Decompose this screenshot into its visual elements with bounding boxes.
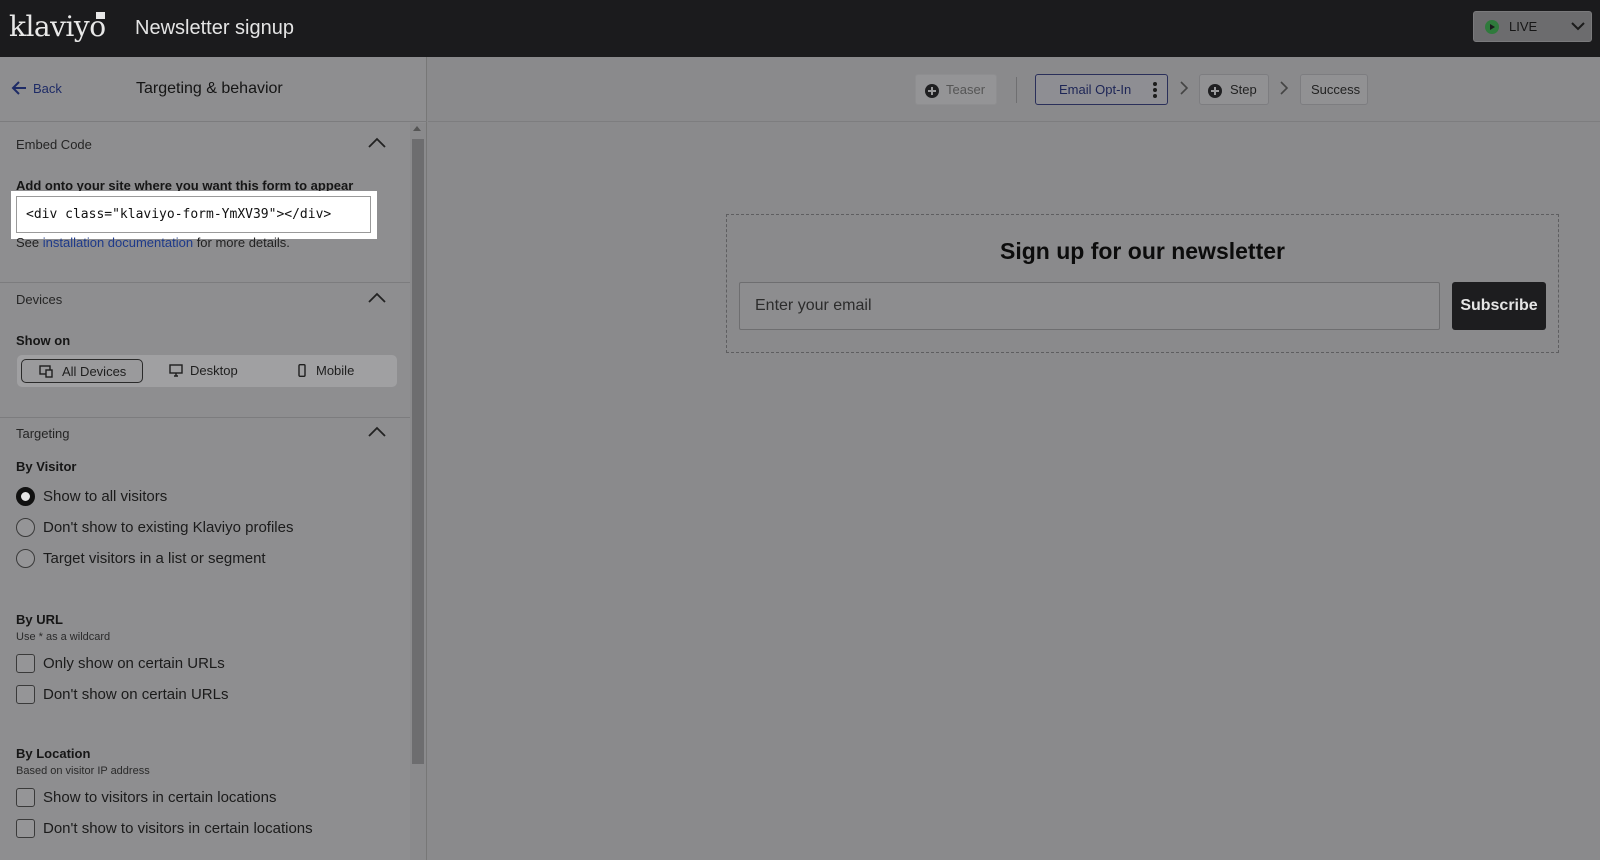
show-on-label: Show on (16, 333, 71, 348)
step-teaser[interactable]: Teaser (915, 74, 997, 105)
step-success[interactable]: Success (1300, 74, 1368, 105)
back-arrow-icon[interactable] (11, 81, 27, 95)
step-email-opt-in[interactable]: Email Opt-In (1035, 74, 1168, 105)
form-steps-bar: Teaser Email Opt-In Step Success (428, 57, 1600, 122)
kebab-icon[interactable] (1153, 82, 1157, 98)
divider (0, 282, 410, 283)
checkbox[interactable] (16, 819, 35, 838)
email-field[interactable] (739, 282, 1440, 330)
divider (0, 417, 410, 418)
scroll-up-arrow-icon[interactable] (413, 126, 421, 131)
form-title: Newsletter signup (135, 17, 294, 39)
plus-circle-icon (925, 84, 939, 98)
option-label: Only show on certain URLs (43, 655, 225, 672)
step-label: Teaser (946, 82, 986, 97)
option-label: Show to all visitors (43, 488, 168, 505)
logo-flag-icon (96, 12, 105, 19)
device-option-mobile[interactable]: Mobile (273, 359, 393, 383)
device-option-desktop[interactable]: Desktop (147, 359, 269, 383)
installation-docs-link[interactable]: installation documentation (43, 235, 193, 250)
embed-code-field[interactable]: <div class="klaviyo-form-YmXV39"></div> (16, 196, 371, 233)
checkbox[interactable] (16, 788, 35, 807)
status-label: LIVE (1509, 19, 1538, 34)
all-devices-icon (39, 365, 53, 378)
scroll-thumb[interactable] (412, 139, 424, 764)
subscribe-button[interactable]: Subscribe (1452, 282, 1546, 330)
divider (1016, 77, 1017, 103)
form-preview: Sign up for our newsletter Subscribe (726, 214, 1559, 353)
device-option-label: Desktop (190, 363, 238, 378)
chevron-up-icon[interactable] (367, 137, 387, 149)
sidebar-header: Back Targeting & behavior (0, 57, 427, 122)
checkbox[interactable] (16, 685, 35, 704)
targeting-section-title[interactable]: Targeting (16, 426, 69, 442)
docs-note-prefix: See (16, 235, 43, 250)
docs-note-suffix: for more details. (193, 235, 290, 250)
option-label: Target visitors in a list or segment (43, 550, 266, 567)
chevron-down-icon (1571, 22, 1585, 31)
chevron-right-icon (1280, 81, 1289, 95)
radio-button[interactable] (16, 549, 35, 568)
by-location-heading: By Location (16, 746, 91, 761)
docs-note: See installation documentation for more … (16, 235, 290, 251)
settings-sidebar: Back Targeting & behavior Embed Code Add… (0, 57, 427, 860)
play-icon (1485, 20, 1499, 34)
mobile-icon (298, 364, 306, 377)
step-label: Email Opt-In (1059, 82, 1132, 97)
chevron-right-icon (1180, 81, 1189, 95)
option-label: Don't show to existing Klaviyo profiles (43, 519, 294, 536)
chevron-up-icon[interactable] (367, 426, 387, 438)
newsletter-heading: Sign up for our newsletter (1000, 238, 1285, 264)
status-dropdown[interactable]: LIVE (1473, 11, 1592, 42)
option-label: Don't show on certain URLs (43, 686, 229, 703)
device-option-label: Mobile (316, 363, 355, 378)
checkbox[interactable] (16, 654, 35, 673)
embed-code-section-title[interactable]: Embed Code (16, 137, 92, 153)
radio-button[interactable] (16, 487, 35, 506)
location-hint: Based on visitor IP address (16, 765, 150, 777)
chevron-up-icon[interactable] (367, 292, 387, 304)
back-link[interactable]: Back (33, 81, 62, 97)
device-selector: All Devices Desktop Mobile (17, 355, 397, 387)
devices-section-title[interactable]: Devices (16, 292, 62, 308)
option-label: Show to visitors in certain locations (43, 789, 277, 806)
step-add-step[interactable]: Step (1199, 74, 1269, 105)
by-url-heading: By URL (16, 612, 63, 627)
device-option-label: All Devices (62, 364, 127, 379)
option-label: Don't show to visitors in certain locati… (43, 820, 313, 837)
sidebar-scrollbar[interactable] (410, 123, 426, 860)
top-bar: klaviyo Newsletter signup LIVE (0, 0, 1600, 57)
radio-button[interactable] (16, 518, 35, 537)
klaviyo-logo: klaviyo (9, 10, 106, 43)
url-hint: Use * as a wildcard (16, 631, 111, 643)
desktop-icon (169, 364, 183, 377)
by-visitor-heading: By Visitor (16, 459, 77, 474)
plus-circle-icon (1208, 84, 1222, 98)
step-label: Success (1311, 82, 1361, 97)
step-label: Step (1230, 82, 1257, 97)
sidebar-title: Targeting & behavior (136, 80, 283, 97)
device-option-all[interactable]: All Devices (21, 359, 143, 383)
